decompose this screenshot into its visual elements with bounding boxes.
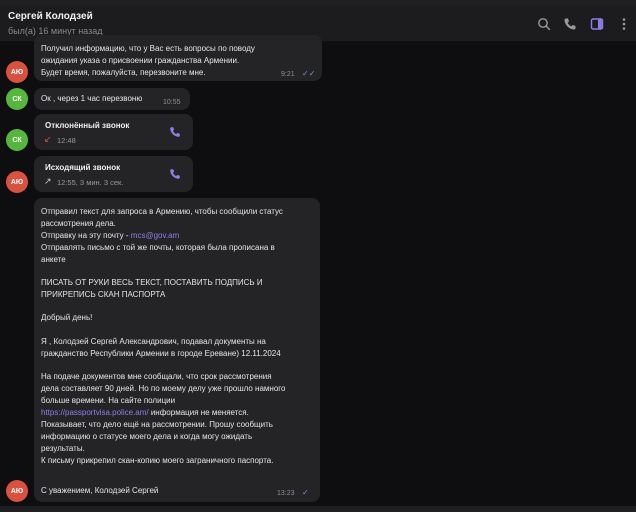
phone-icon[interactable] (168, 125, 182, 139)
message-text-line: Отправил текст для запроса в Армению, чт… (41, 207, 283, 216)
search-icon[interactable] (536, 16, 552, 32)
message-text-line: Получил информацию, что у Вас есть вопро… (41, 44, 255, 53)
avatar[interactable]: АЮ (6, 171, 28, 193)
avatar[interactable]: СК (6, 129, 28, 151)
sidebar-icon[interactable] (589, 16, 605, 32)
message-list[interactable]: Получил информацию, что у Вас есть вопро… (0, 35, 636, 506)
message-text-line: дела составляет 90 дней. Но по моему дел… (41, 384, 286, 393)
message-text: Ок , через 1 час перезвоню (41, 94, 143, 103)
call-bubble-declined[interactable]: Отклонённый звонок ↙ 12:48 (34, 114, 193, 150)
contact-name[interactable]: Сергей Колодзей (8, 11, 93, 22)
call-title: Отклонённый звонок (45, 121, 130, 130)
message-text-line: больше времени. На сайте полиции (41, 396, 176, 405)
outgoing-call-arrow-icon: ↗ (44, 176, 52, 186)
message-bubble[interactable]: Отправил текст для запроса в Армению, чт… (34, 198, 320, 502)
message-text-line: На подаче документов мне сообщали, что с… (41, 372, 272, 381)
avatar[interactable]: АЮ (6, 61, 28, 83)
message-time: 10:55 (163, 99, 181, 106)
message-text-line: https://passportvisa.police.am/ информац… (41, 407, 249, 419)
message-text-line: ПИСАТЬ ОТ РУКИ ВЕСЬ ТЕКСТ, ПОСТАВИТЬ ПОД… (41, 278, 263, 287)
message-text-line: К письму прикрепил скан-копию моего загр… (41, 456, 274, 465)
text-segment: информация не меняется. (148, 408, 249, 417)
phone-icon[interactable] (562, 16, 578, 32)
email-link[interactable]: mcs@gov.am (131, 231, 179, 240)
read-check-icon: ✓✓ (302, 69, 316, 78)
message-text-line: гражданство Республики Армении в городе … (41, 349, 281, 358)
sent-check-icon: ✓ (302, 488, 309, 497)
message-time: 9:21 (281, 71, 295, 78)
missed-call-arrow-icon: ↙ (44, 134, 52, 144)
message-text-line: Добрый день! (41, 313, 93, 322)
text-segment: Отправку на эту почту - (41, 231, 131, 240)
call-details: 12:55, 3 мин. 3 сек. (57, 178, 124, 187)
call-time: 12:48 (57, 136, 76, 145)
message-text-line: ожидания указа о присвоении гражданства … (41, 56, 240, 65)
message-time: 13:23 (277, 490, 295, 497)
message-text-line: Отправку на эту почту - mcs@gov.am (41, 230, 179, 242)
message-text-line: Будет время, пожалуйста, перезвоните мне… (41, 68, 206, 77)
call-title: Исходящий звонок (45, 163, 121, 172)
website-link[interactable]: https://passportvisa.police.am/ (41, 408, 149, 417)
message-text-line: Отправлять письмо с той же почты, котора… (41, 243, 275, 252)
message-text-line: информацию о статусе моего дела и когда … (41, 432, 253, 441)
message-bubble[interactable]: Ок , через 1 час перезвоню 10:55 (34, 88, 190, 110)
avatar[interactable]: АЮ (6, 480, 28, 502)
more-icon[interactable] (616, 16, 632, 32)
phone-icon[interactable] (168, 167, 182, 181)
message-text-line: С уважением, Колодзей Сергей (41, 486, 159, 495)
message-text-line: анкете (41, 255, 66, 264)
avatar[interactable]: СК (6, 88, 28, 110)
message-text-line: Я , Колодзей Сергей Александрович, подав… (41, 337, 266, 346)
message-bubble[interactable]: Получил информацию, что у Вас есть вопро… (34, 35, 322, 81)
call-bubble-outgoing[interactable]: Исходящий звонок ↗ 12:55, 3 мин. 3 сек. (34, 156, 193, 192)
message-text-line: рассмотрения дела. (41, 219, 116, 228)
message-text-line: результаты. (41, 444, 85, 453)
message-text-line: ПРИКРЕПИСЬ СКАН ПАСПОРТА (41, 290, 166, 299)
window-bottom-strip (0, 506, 636, 512)
message-text-line: Показывает, что дело ещё на рассмотрении… (41, 420, 273, 429)
